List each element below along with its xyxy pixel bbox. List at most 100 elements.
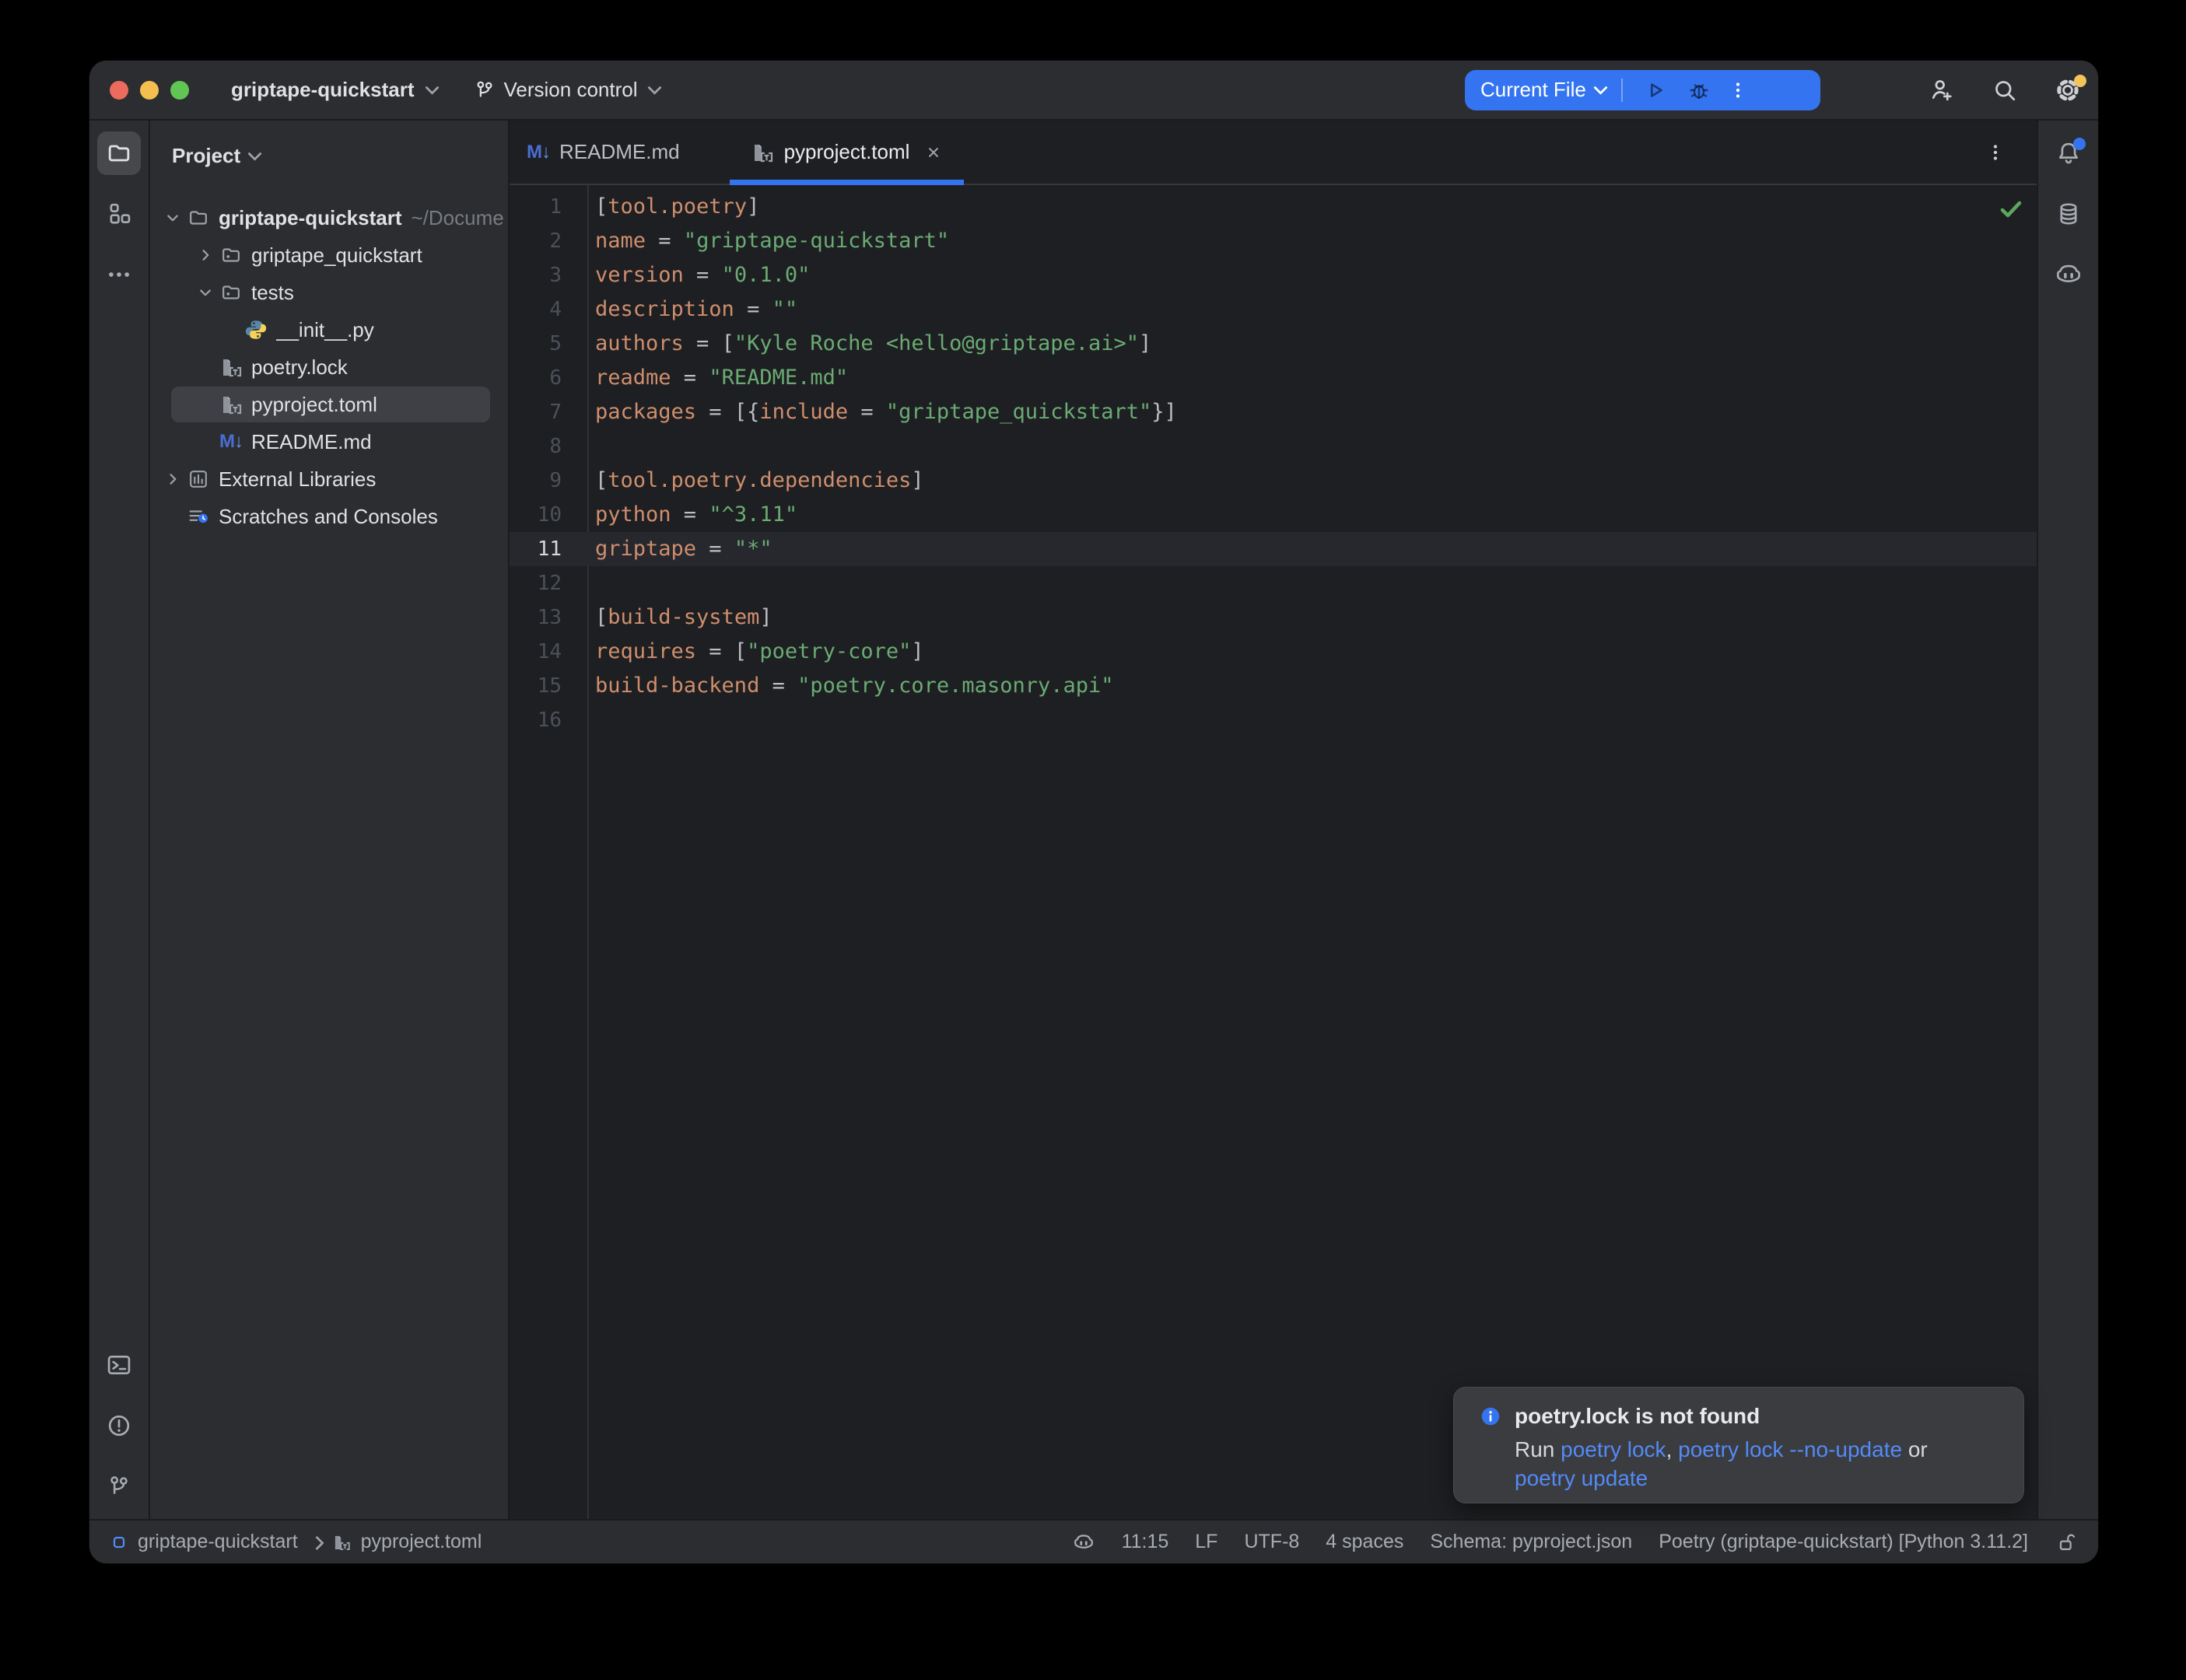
run-button[interactable] — [1634, 70, 1677, 110]
code-line-12[interactable]: 12 — [510, 566, 2037, 600]
project-selector[interactable]: griptape-quickstart — [231, 78, 437, 102]
line-number[interactable]: 11 — [510, 532, 587, 566]
tab-readme-md[interactable]: M↓README.md — [510, 121, 697, 184]
code-line-4[interactable]: 4description = "" — [510, 292, 2037, 327]
notification-link[interactable]: poetry update — [1515, 1466, 1648, 1490]
line-number[interactable]: 1 — [510, 190, 587, 224]
copilot-status-icon[interactable] — [1072, 1531, 1095, 1554]
project-panel-header[interactable]: Project — [150, 139, 508, 172]
sidebar-item-ai-assistant[interactable] — [2047, 253, 2090, 296]
libraries-icon — [184, 467, 212, 491]
tree-item--init-py[interactable]: __init__.py — [150, 311, 508, 348]
line-number[interactable]: 12 — [510, 566, 587, 600]
line-number[interactable]: 13 — [510, 600, 587, 635]
close-window-button[interactable] — [110, 81, 128, 100]
close-icon[interactable] — [923, 142, 944, 163]
tree-item-external-libraries[interactable]: External Libraries — [150, 460, 508, 498]
line-number[interactable]: 14 — [510, 635, 587, 669]
code-line-1[interactable]: 1[tool.poetry] — [510, 190, 2037, 224]
search-everywhere-button[interactable] — [1989, 70, 2020, 110]
chevron-right-icon[interactable] — [191, 245, 217, 265]
run-configuration-widget[interactable]: Current File — [1465, 70, 1820, 110]
status-indent[interactable]: 4 spaces — [1326, 1531, 1403, 1553]
breadcrumb-project[interactable]: griptape-quickstart — [138, 1531, 298, 1553]
code-line-8[interactable]: 8 — [510, 429, 2037, 464]
package-folder-icon — [217, 243, 245, 267]
tree-item-scratches-and-consoles[interactable]: Scratches and Consoles — [150, 498, 508, 535]
tree-item-readme-md[interactable]: M↓README.md — [150, 423, 508, 460]
line-number[interactable]: 15 — [510, 669, 587, 703]
sidebar-item-database[interactable] — [2047, 192, 2090, 236]
settings-button[interactable] — [2052, 70, 2083, 110]
inspections-ok-icon[interactable] — [1999, 200, 2023, 219]
tree-item-label: tests — [251, 281, 294, 305]
status-time[interactable]: 11:15 — [1122, 1531, 1169, 1553]
status-encoding[interactable]: UTF-8 — [1244, 1531, 1299, 1553]
editor-body[interactable]: 1[tool.poetry]2name = "griptape-quicksta… — [510, 185, 2037, 1519]
tree-item-griptape-quickstart[interactable]: griptape-quickstart~/Docume — [150, 199, 508, 236]
notification-link[interactable]: poetry lock --no-update — [1678, 1437, 1902, 1461]
tab-label: pyproject.toml — [784, 140, 910, 164]
structure-icon — [105, 200, 133, 228]
lock-open-icon[interactable] — [2055, 1531, 2078, 1554]
code-line-13[interactable]: 13[build-system] — [510, 600, 2037, 635]
notification-popup: poetry.lock is not found Run poetry lock… — [1453, 1387, 2024, 1503]
line-number[interactable]: 2 — [510, 224, 587, 258]
code-line-14[interactable]: 14requires = ["poetry-core"] — [510, 635, 2037, 669]
code-line-16[interactable]: 16 — [510, 703, 2037, 737]
tree-item-griptape-quickstart[interactable]: griptape_quickstart — [150, 236, 508, 274]
bug-icon — [1687, 78, 1711, 103]
sidebar-item-problems[interactable] — [97, 1404, 141, 1447]
sidebar-item-more[interactable] — [97, 253, 141, 296]
status-interpreter[interactable]: Poetry (griptape-quickstart) [Python 3.1… — [1659, 1531, 2028, 1553]
code-line-7[interactable]: 7packages = [{include = "griptape_quicks… — [510, 395, 2037, 429]
tree-item-poetry-lock[interactable]: poetry.lock — [150, 348, 508, 386]
sidebar-item-notifications[interactable] — [2047, 131, 2090, 175]
line-number[interactable]: 4 — [510, 292, 587, 327]
code-line-5[interactable]: 5authors = ["Kyle Roche <hello@griptape.… — [510, 327, 2037, 361]
line-number[interactable]: 9 — [510, 464, 587, 498]
code-line-6[interactable]: 6readme = "README.md" — [510, 361, 2037, 395]
run-more-button[interactable] — [1721, 70, 1755, 110]
copilot-icon — [2054, 260, 2083, 289]
tree-item-pyproject-toml[interactable]: pyproject.toml — [150, 386, 508, 423]
chevron-right-icon[interactable] — [158, 469, 184, 489]
code-line-15[interactable]: 15build-backend = "poetry.core.masonry.a… — [510, 669, 2037, 703]
chevron-down-icon[interactable] — [191, 282, 217, 303]
tab-options-button[interactable] — [1976, 141, 2015, 164]
status-schema[interactable]: Schema: pyproject.json — [1430, 1531, 1632, 1553]
sidebar-item-terminal[interactable] — [97, 1343, 141, 1387]
sidebar-item-version-control[interactable] — [97, 1465, 141, 1508]
code-line-11[interactable]: 11griptape = "*" — [510, 532, 2037, 566]
desktop-background: { "titlebar": { "project_selector": "gri… — [0, 0, 2186, 1680]
notification-text-line: Run poetry lock, poetry lock --no-update… — [1515, 1435, 2003, 1464]
more-icon — [105, 261, 133, 289]
line-number[interactable]: 5 — [510, 327, 587, 361]
maximize-window-button[interactable] — [170, 81, 189, 100]
line-number[interactable]: 16 — [510, 703, 587, 737]
line-number[interactable]: 8 — [510, 429, 587, 464]
code-line-9[interactable]: 9[tool.poetry.dependencies] — [510, 464, 2037, 498]
line-number[interactable]: 7 — [510, 395, 587, 429]
debug-button[interactable] — [1677, 70, 1721, 110]
tab-pyproject-toml[interactable]: pyproject.toml — [730, 121, 965, 184]
code-text: [tool.poetry] — [587, 190, 759, 224]
sidebar-item-structure[interactable] — [97, 192, 141, 236]
breadcrumb-file[interactable]: pyproject.toml — [361, 1531, 482, 1553]
code-with-me-button[interactable] — [1926, 70, 1957, 110]
code-line-3[interactable]: 3version = "0.1.0" — [510, 258, 2037, 292]
line-number[interactable]: 3 — [510, 258, 587, 292]
tree-item-label: External Libraries — [219, 467, 376, 492]
vcs-selector[interactable]: Version control — [473, 78, 660, 102]
minimize-window-button[interactable] — [140, 81, 159, 100]
notification-link[interactable]: poetry lock — [1561, 1437, 1666, 1461]
sidebar-item-project[interactable] — [97, 131, 141, 175]
status-line-ending[interactable]: LF — [1195, 1531, 1217, 1553]
line-number[interactable]: 6 — [510, 361, 587, 395]
code-line-2[interactable]: 2name = "griptape-quickstart" — [510, 224, 2037, 258]
chevron-down-icon[interactable] — [158, 208, 184, 228]
tree-item-tests[interactable]: tests — [150, 274, 508, 311]
line-number[interactable]: 10 — [510, 498, 587, 532]
code-line-10[interactable]: 10python = "^3.11" — [510, 498, 2037, 532]
markdown-icon: M↓ — [217, 432, 245, 451]
